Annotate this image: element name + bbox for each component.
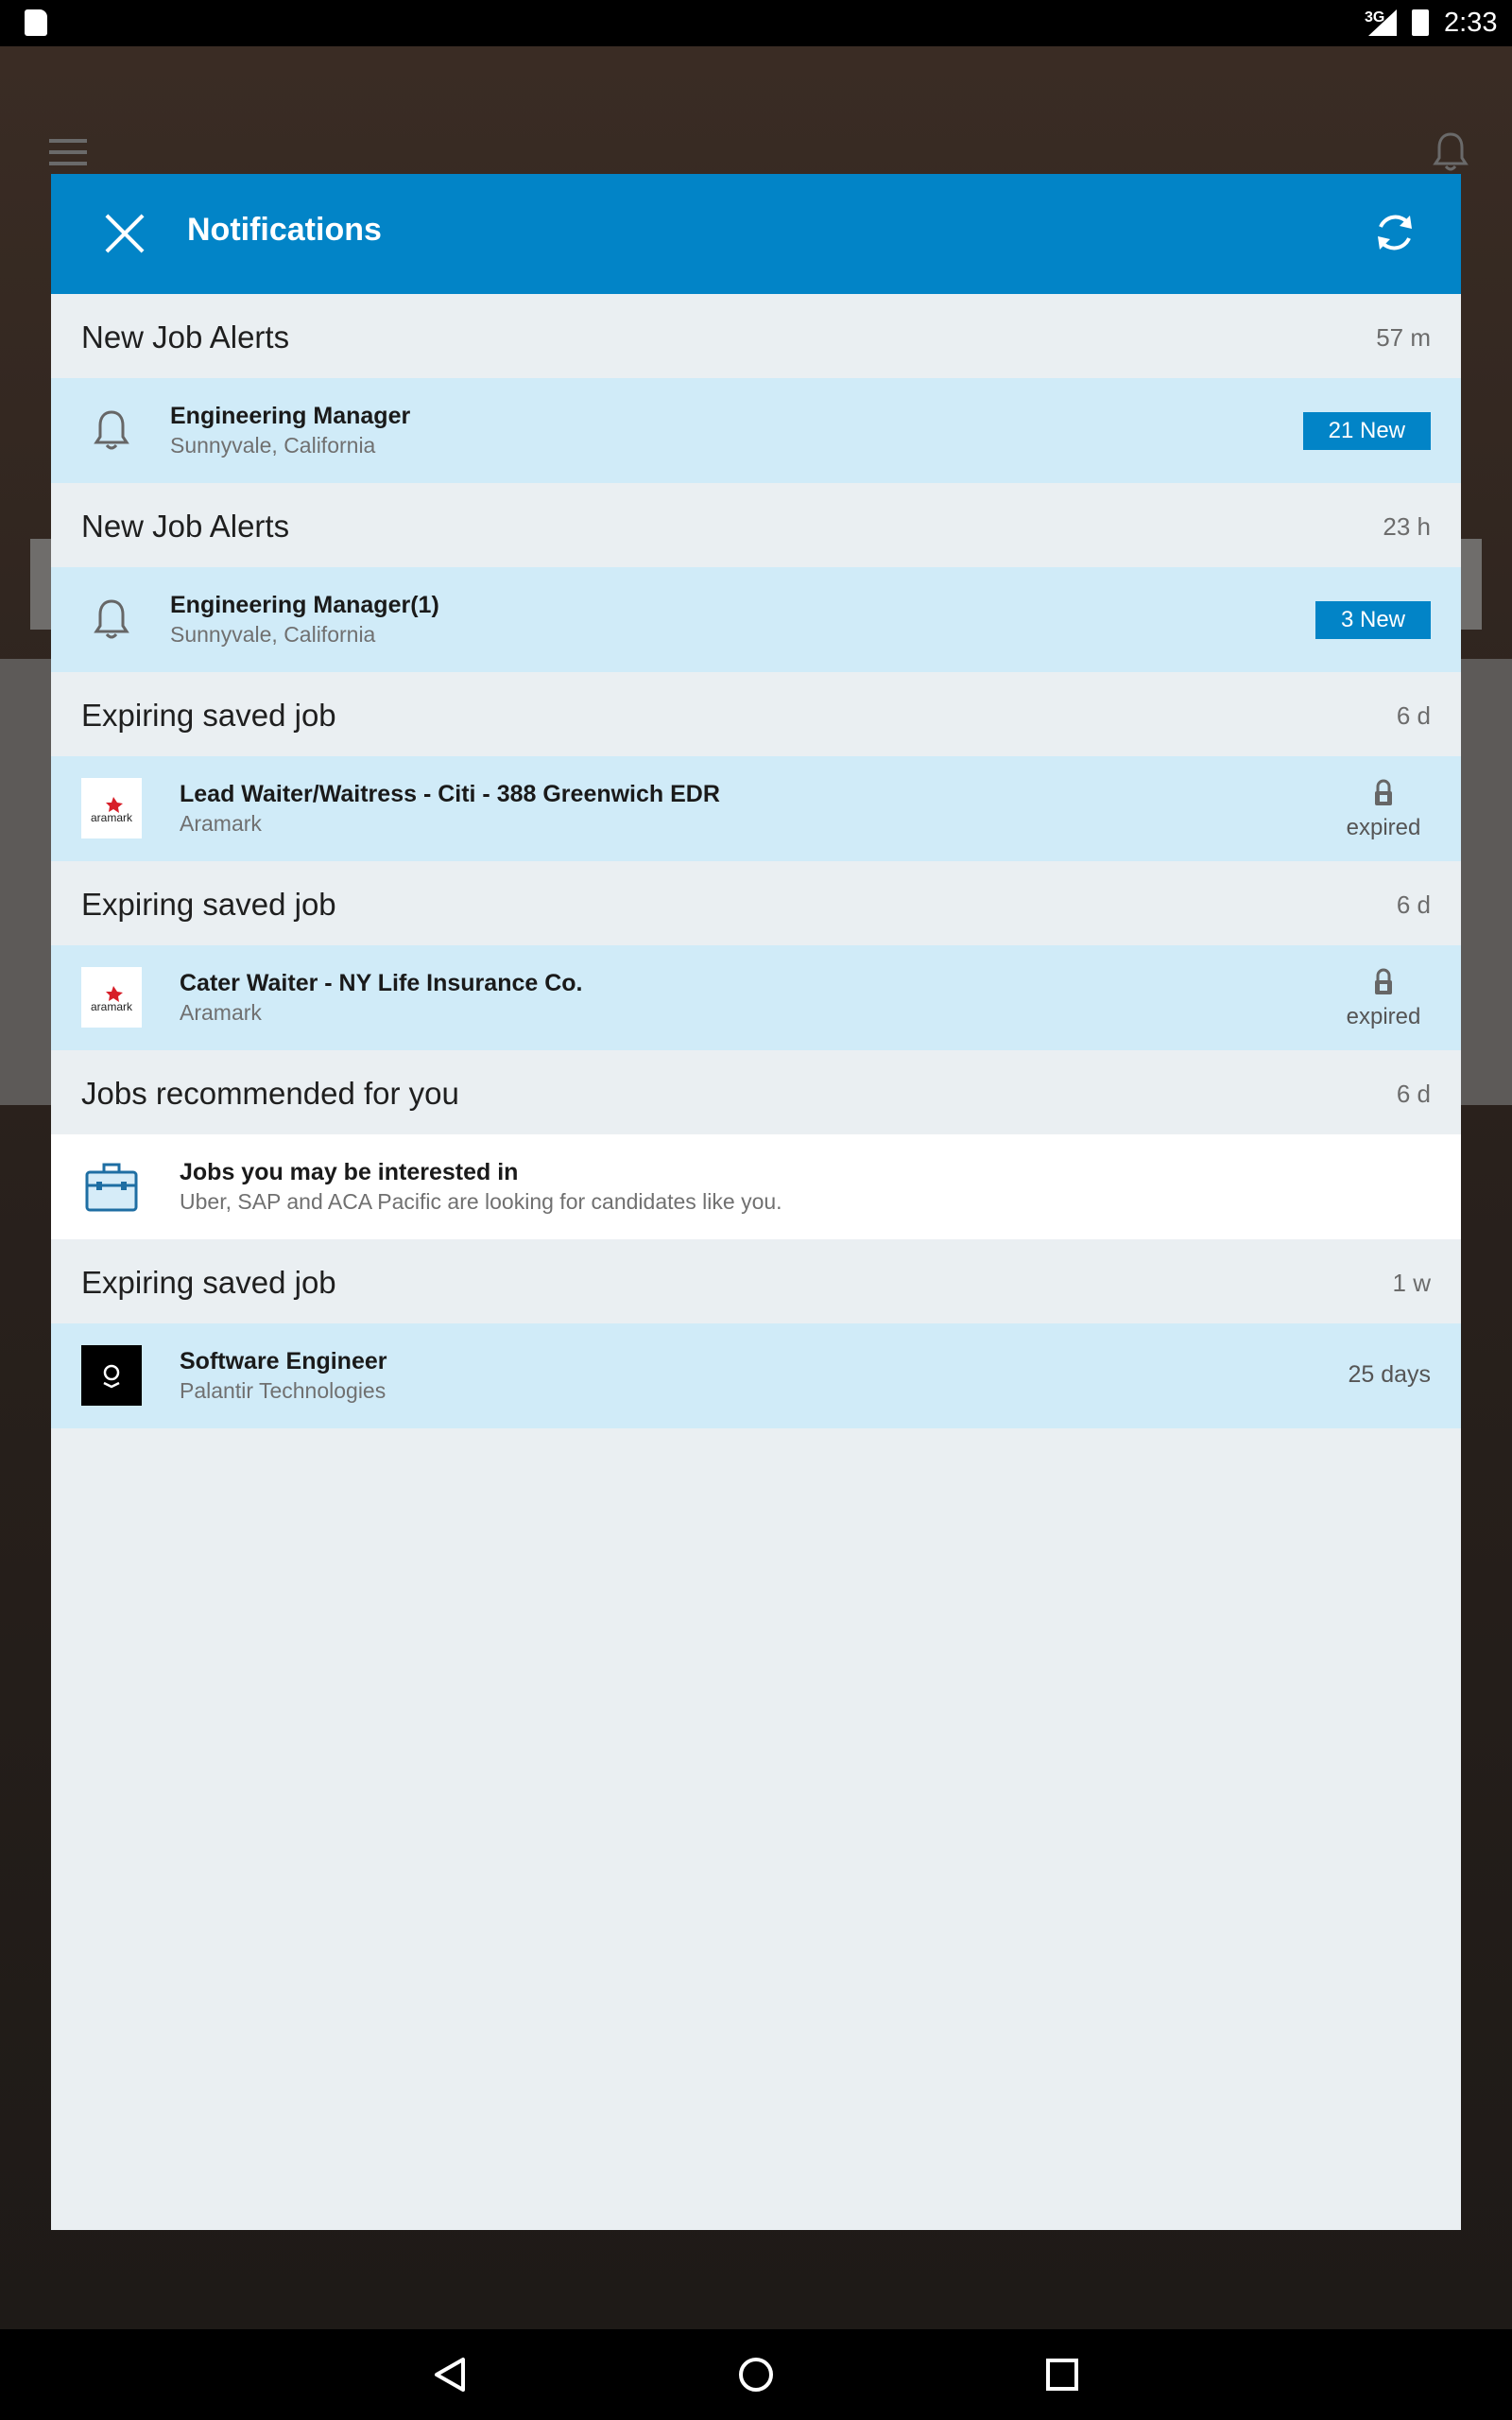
notification-item-saved-job[interactable]: aramark Cater Waiter - NY Life Insurance… <box>51 945 1461 1050</box>
days-remaining: 25 days <box>1348 1361 1431 1388</box>
new-count-badge: 21 New <box>1302 412 1431 450</box>
item-subtitle: Palantir Technologies <box>180 1378 387 1403</box>
expired-status: expired <box>1336 779 1431 845</box>
lock-icon <box>1375 968 1392 994</box>
section-time: 6 d <box>1396 890 1431 919</box>
system-nav-bar <box>0 2329 1512 2420</box>
close-icon[interactable] <box>104 212 147 255</box>
notifications-header: Notifications <box>51 174 1461 294</box>
section-title: Expiring saved job <box>81 698 336 733</box>
item-title: Cater Waiter - NY Life Insurance Co. <box>180 970 583 996</box>
back-icon[interactable] <box>423 2348 476 2401</box>
bell-icon <box>94 599 129 639</box>
svg-text:aramark: aramark <box>91 1000 133 1013</box>
section-time: 6 d <box>1396 1080 1431 1108</box>
section-title: New Job Alerts <box>81 320 290 354</box>
section-header: Expiring saved job 6 d <box>51 861 1461 945</box>
sd-card-icon <box>25 9 47 36</box>
section-header: Jobs recommended for you 6 d <box>51 1050 1461 1134</box>
palantir-logo-mark <box>103 1364 120 1389</box>
new-count-badge: 3 New <box>1314 601 1431 639</box>
aramark-logo: aramark <box>81 967 142 1028</box>
item-title: Engineering Manager(1) <box>170 592 439 618</box>
section-title: New Job Alerts <box>81 509 290 544</box>
briefcase-icon <box>85 1163 138 1212</box>
notifications-title: Notifications <box>187 212 382 248</box>
refresh-icon[interactable] <box>1370 208 1419 257</box>
notification-item-saved-job[interactable]: aramark Lead Waiter/Waitress - Citi - 38… <box>51 756 1461 861</box>
item-subtitle: Aramark <box>180 811 262 836</box>
notification-item-job-alert[interactable]: Engineering Manager Sunnyvale, Californi… <box>51 378 1461 483</box>
item-title: Jobs you may be interested in <box>180 1159 519 1185</box>
section-header: Expiring saved job 1 w <box>51 1239 1461 1323</box>
section-header: New Job Alerts 57 m <box>51 294 1461 378</box>
notification-item-saved-job[interactable]: Software Engineer Palantir Technologies … <box>51 1323 1461 1428</box>
notification-list: New Job Alerts 57 m Engineering Manager … <box>51 294 1461 1428</box>
notification-item-job-alert[interactable]: Engineering Manager(1) Sunnyvale, Califo… <box>51 567 1461 672</box>
aramark-logo-mark: aramark <box>91 797 133 824</box>
lock-icon <box>1375 779 1392 805</box>
item-title: Software Engineer <box>180 1348 387 1374</box>
palantir-logo <box>81 1345 142 1406</box>
item-title: Lead Waiter/Waitress - Citi - 388 Greenw… <box>180 781 720 807</box>
section-time: 1 w <box>1392 1269 1431 1297</box>
section-time: 6 d <box>1396 701 1431 730</box>
battery-icon <box>1412 9 1429 36</box>
svg-text:aramark: aramark <box>91 811 133 824</box>
section-title: Expiring saved job <box>81 1265 336 1300</box>
item-subtitle: Sunnyvale, California <box>170 433 376 458</box>
item-subtitle: Sunnyvale, California <box>170 622 376 647</box>
hamburger-menu-icon <box>49 139 87 165</box>
item-subtitle: Uber, SAP and ACA Pacific are looking fo… <box>180 1189 782 1214</box>
expired-label: expired <box>1346 815 1421 840</box>
signal-icon <box>1368 9 1397 36</box>
item-title: Engineering Manager <box>170 403 411 429</box>
recents-icon[interactable] <box>1036 2348 1089 2401</box>
section-header: Expiring saved job 6 d <box>51 672 1461 756</box>
expired-status: expired <box>1336 968 1431 1034</box>
notification-item-recommendation[interactable]: Jobs you may be interested in Uber, SAP … <box>51 1134 1461 1239</box>
section-time: 57 m <box>1376 323 1431 352</box>
section-header: New Job Alerts 23 h <box>51 483 1461 567</box>
section-time: 23 h <box>1383 512 1431 541</box>
aramark-logo: aramark <box>81 778 142 838</box>
item-subtitle: Aramark <box>180 1000 262 1025</box>
status-bar: 3G 2:33 <box>0 0 1512 46</box>
section-title: Expiring saved job <box>81 887 336 922</box>
aramark-logo-mark: aramark <box>91 986 133 1013</box>
bell-icon <box>94 410 129 450</box>
notifications-panel: Notifications New Job Alerts 57 m Engine… <box>51 174 1461 2230</box>
expired-label: expired <box>1346 1004 1421 1029</box>
home-icon[interactable] <box>730 2348 782 2401</box>
status-time: 2:33 <box>1444 8 1498 38</box>
section-title: Jobs recommended for you <box>81 1076 459 1111</box>
bell-icon <box>1433 132 1469 171</box>
